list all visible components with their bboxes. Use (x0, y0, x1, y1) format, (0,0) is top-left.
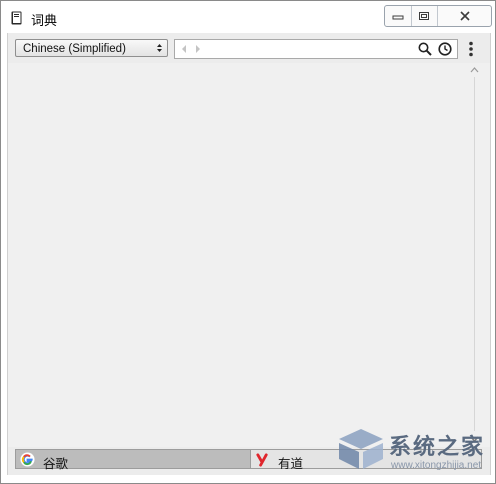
forward-arrow-icon[interactable] (194, 44, 202, 54)
main-frame: Chinese (Simplified) 谷歌 有道 (7, 33, 491, 475)
book-icon (11, 11, 22, 25)
search-box (174, 39, 458, 59)
window-controls (384, 5, 492, 27)
search-input[interactable] (207, 41, 407, 57)
results-area[interactable] (8, 63, 490, 447)
scrollbar-track[interactable] (474, 77, 475, 431)
watermark-url: www.xitongzhijia.net (391, 460, 482, 471)
dictionary-window: 词典 Chinese (Simplified) 谷歌 有道 系统之家 www.x… (0, 0, 496, 484)
watermark-shield-icon (339, 429, 383, 469)
window-title: 词典 (31, 13, 58, 28)
title-bar[interactable]: 词典 (1, 1, 495, 33)
scroll-up-arrow-icon[interactable] (470, 67, 479, 73)
back-arrow-icon[interactable] (180, 44, 188, 54)
updown-arrows-icon (157, 44, 162, 52)
google-icon (20, 452, 35, 467)
more-menu-icon[interactable] (468, 41, 474, 57)
tab-google-label: 谷歌 (43, 457, 69, 471)
restore-button[interactable] (412, 6, 439, 26)
minimize-icon (392, 15, 404, 20)
watermark-text: 系统之家 (389, 434, 486, 459)
youdao-icon (256, 453, 268, 467)
tab-google[interactable]: 谷歌 (15, 449, 251, 471)
restore-icon (419, 12, 430, 20)
minimize-button[interactable] (385, 6, 412, 26)
watermark-logo: 系统之家 www.xitongzhijia.net (331, 425, 491, 477)
close-icon (459, 11, 470, 21)
close-button[interactable] (438, 6, 491, 26)
vertical-scrollbar[interactable] (467, 63, 482, 447)
search-icon[interactable] (418, 42, 432, 56)
language-select[interactable]: Chinese (Simplified) (15, 39, 168, 57)
language-select-value: Chinese (Simplified) (23, 43, 126, 55)
history-clock-icon[interactable] (438, 42, 452, 56)
tab-youdao-label: 有道 (278, 457, 304, 471)
toolbar: Chinese (Simplified) (8, 33, 490, 63)
